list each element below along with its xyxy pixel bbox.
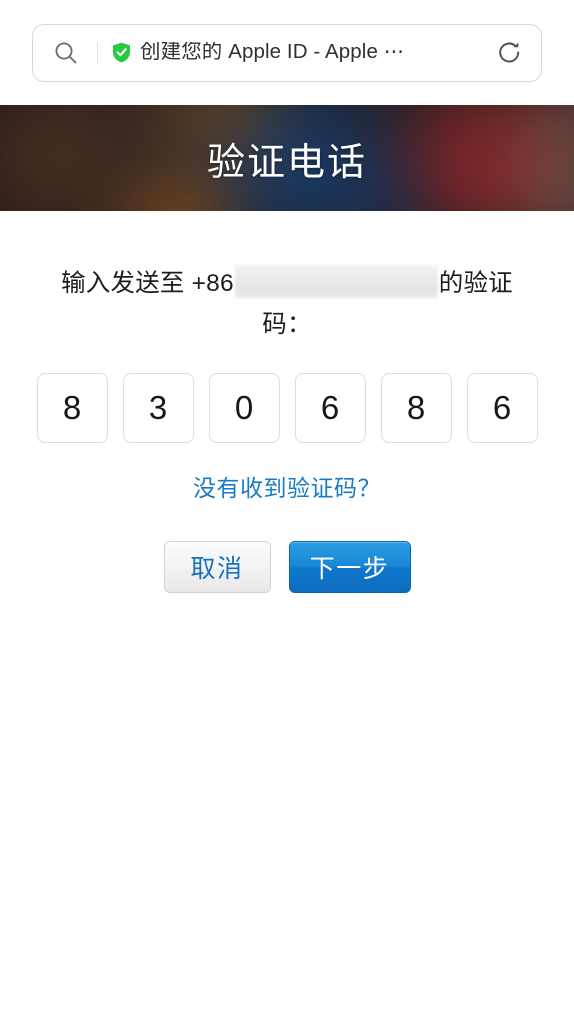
code-digit-box[interactable]: 8 [380, 373, 452, 443]
hero-banner: 验证电话 [0, 105, 574, 211]
code-digit-box[interactable]: 6 [294, 373, 366, 443]
page-title: 验证电话 [206, 141, 367, 184]
main-content: 输入发送至 +86 的验证码： 8 3 0 6 8 6 没有收到验证码？ 取消 下… [0, 211, 574, 593]
omnibox-divider [97, 41, 98, 64]
search-icon[interactable] [53, 40, 79, 66]
cancel-button[interactable]: 取消 [163, 541, 271, 593]
verification-code-inputs: 8 3 0 6 8 6 [0, 373, 574, 443]
next-button[interactable]: 下一步 [288, 541, 411, 593]
code-digit-box[interactable]: 6 [466, 373, 538, 443]
code-digit-box[interactable]: 8 [36, 373, 108, 443]
code-digit-box[interactable]: 0 [208, 373, 280, 443]
action-buttons: 取消 下一步 [0, 541, 574, 593]
resend-code-link[interactable]: 没有收到验证码？ [193, 475, 381, 501]
code-digit-box[interactable]: 3 [122, 373, 194, 443]
omnibox[interactable]: 创建您的 Apple ID - Apple ⋯ [32, 23, 542, 82]
resend-section: 没有收到验证码？ [0, 469, 574, 503]
instruction-prefix: 输入发送至 +86 [61, 270, 234, 297]
instruction-text: 输入发送至 +86 的验证码： [37, 263, 537, 345]
browser-chrome: 创建您的 Apple ID - Apple ⋯ [0, 0, 574, 105]
reload-icon[interactable] [496, 39, 523, 66]
omnibox-page-title: 创建您的 Apple ID - Apple ⋯ [140, 42, 405, 63]
shield-secure-icon [113, 42, 130, 63]
redacted-phone-number [234, 265, 438, 298]
